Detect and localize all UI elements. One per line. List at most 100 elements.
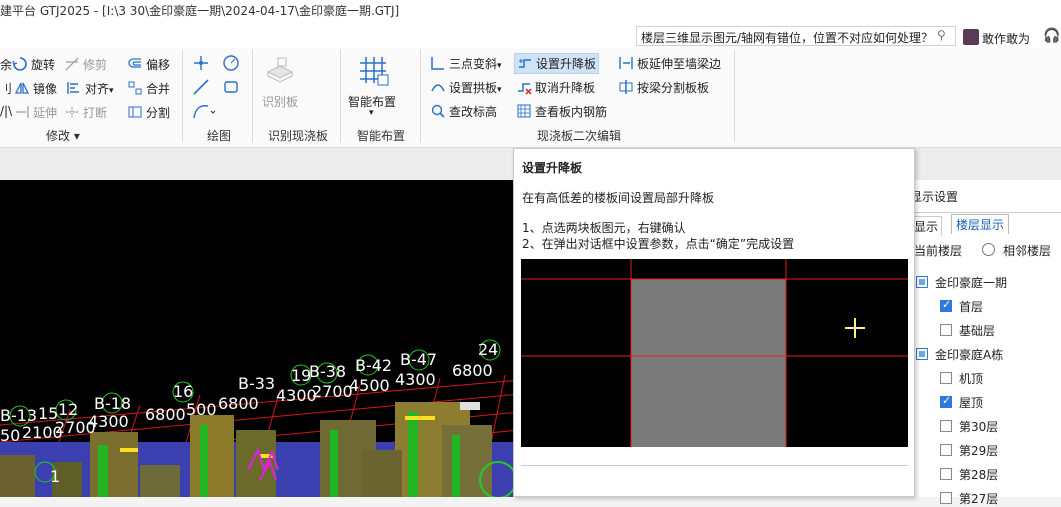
tooltip-step-1: 1、点选两块板图元，右键确认: [522, 221, 686, 235]
three-point-slope-button[interactable]: 三点变斜▾: [430, 55, 502, 72]
axis-label: 16: [173, 382, 194, 401]
radio-adjacent-floor[interactable]: 相邻楼层: [1003, 242, 1051, 259]
question-search-input[interactable]: 楼层三维显示图元/轴网有错位，位置不对应如何处理？: [636, 26, 956, 46]
floor-tree-item[interactable]: 金印豪庭一期: [935, 274, 1007, 291]
extend-to-wall-button[interactable]: 板延伸至墙梁边: [618, 55, 721, 72]
floor-tree-item[interactable]: 首层: [959, 298, 983, 315]
floor-checkbox[interactable]: [940, 298, 952, 312]
cancel-lift-slab-button[interactable]: 取消升降板: [516, 79, 595, 96]
smart-layout-dropdown-icon[interactable]: ▾: [369, 108, 374, 118]
floor-checkbox[interactable]: [940, 444, 952, 456]
dimension-label: 4300: [88, 412, 129, 431]
break-button[interactable]: 打断: [64, 104, 107, 121]
align-icon: [67, 82, 79, 94]
ribbon-separator: [420, 50, 421, 142]
split-button[interactable]: 分割: [127, 104, 170, 121]
dimension-label: 6800: [452, 361, 493, 380]
avatar[interactable]: [963, 29, 979, 45]
modify-group-label[interactable]: 修改 ▾: [46, 127, 80, 144]
rotate-button[interactable]: 旋转: [12, 56, 55, 73]
floor-tree-item[interactable]: 机顶: [959, 370, 983, 387]
floor-checkbox[interactable]: [940, 324, 952, 336]
change-elevation-button[interactable]: 查改标高: [430, 103, 497, 120]
floor-checkbox[interactable]: [940, 372, 952, 384]
offset-label: 偏移: [146, 58, 171, 72]
three-point-slope-label: 三点变斜: [449, 57, 498, 71]
split-by-beam-icon: [619, 80, 633, 94]
change-elevation-icon: [431, 104, 445, 118]
break-icon: [66, 107, 78, 117]
title-bar: 建平台 GTJ2025 - [I:\3 30\金印豪庭一期\2024-04-17…: [0, 0, 1061, 22]
tooltip-step-2: 2、在弹出对话框中设置参数，点击“确定”完成设置: [522, 237, 795, 251]
set-lift-slab-button[interactable]: 设置升降板: [514, 53, 600, 74]
trim-label: 修剪: [83, 58, 108, 72]
axis-label: B-38: [309, 362, 347, 381]
merge-label: 合并: [146, 82, 171, 96]
offset-icon: [128, 58, 141, 68]
floor-tree-item[interactable]: 第30层: [959, 418, 998, 435]
ribbon-col0-item2[interactable]: 刂: [0, 80, 12, 97]
window-title: 建平台 GTJ2025 - [I:\3 30\金印豪庭一期\2024-04-17…: [0, 4, 400, 18]
floor-checkbox[interactable]: [916, 276, 928, 288]
view-rebar-icon: [517, 104, 531, 118]
floor-checkbox[interactable]: [916, 348, 928, 360]
set-arch-slab-button[interactable]: 设置拱板▾: [430, 79, 502, 96]
split-by-beam-button[interactable]: 按梁分割板板: [618, 79, 709, 96]
floor-tree-item[interactable]: 金印豪庭A栋: [935, 346, 1003, 363]
draw-group-label: 绘图: [207, 129, 232, 143]
axis-label: B-42: [355, 356, 393, 375]
floor-tree-item[interactable]: 第28层: [959, 466, 998, 483]
user-name[interactable]: 敢作敢为: [982, 30, 1030, 47]
ribbon-separator: [252, 50, 253, 142]
align-label: 对齐: [85, 82, 110, 96]
point-icon[interactable]: [192, 54, 210, 72]
tooltip-description: 在有高低差的楼板间设置局部升降板: [522, 191, 715, 205]
cancel-lift-slab-label: 取消升降板: [535, 81, 596, 95]
set-arch-slab-label: 设置拱板: [449, 81, 498, 95]
headset-icon[interactable]: 🎧: [1043, 28, 1060, 44]
tab-floor-display[interactable]: 楼层显示: [951, 214, 1010, 234]
merge-button[interactable]: 合并: [127, 80, 170, 97]
dimension-label: 6800: [145, 405, 186, 424]
floor-tree-item[interactable]: 第29层: [959, 442, 998, 459]
floor-tree-item[interactable]: 第27层: [959, 490, 998, 507]
floor-checkbox[interactable]: [940, 492, 952, 504]
ribbon-separator: [734, 50, 735, 142]
floor-checkbox[interactable]: [940, 394, 952, 408]
circle-draw-icon[interactable]: [222, 54, 240, 72]
mirror-icon: [14, 82, 30, 94]
arc-draw-icon[interactable]: [192, 102, 216, 120]
set-lift-slab-icon: [519, 59, 531, 68]
ribbon-separator: [340, 50, 341, 142]
floor-checkbox[interactable]: [940, 468, 952, 480]
rectangle-draw-icon[interactable]: [222, 78, 240, 96]
modify-group-text: 修改: [46, 129, 71, 143]
tooltip-set-lift-slab: 设置升降板 在有高低差的楼板间设置局部升降板 1、点选两块板图元，右键确认 2、…: [513, 148, 915, 497]
trim-button[interactable]: 修剪: [64, 56, 107, 73]
3d-viewport[interactable]: B-13 15 12 B-18 16 B-33 19 B-38 B-42 B-4…: [0, 180, 520, 497]
floor-tree-item[interactable]: 基础层: [959, 322, 995, 339]
line-draw-icon[interactable]: [192, 78, 210, 96]
ribbon-col0-item1[interactable]: 余: [0, 56, 12, 73]
axis-label: B-18: [94, 394, 132, 413]
identify-slab-button[interactable]: 识别板: [262, 93, 298, 110]
extend-button[interactable]: 延伸: [14, 104, 57, 121]
extend-icon: [16, 106, 29, 118]
tooltip-divider: [521, 465, 908, 466]
ribbon-col0-item3[interactable]: /|\: [0, 104, 12, 118]
align-button[interactable]: 对齐▾: [66, 80, 114, 97]
tooltip-illustration: [521, 259, 908, 447]
floor-checkbox[interactable]: [940, 420, 952, 432]
mirror-button[interactable]: 镜像: [14, 80, 57, 97]
smart-layout-icon: [360, 57, 389, 86]
view-rebar-label: 查看板内钢筋: [535, 105, 608, 119]
set-lift-slab-label: 设置升降板: [536, 57, 597, 71]
search-icon[interactable]: ⚲: [937, 28, 946, 42]
radio-current-floor[interactable]: 当前楼层: [914, 242, 962, 259]
view-rebar-button[interactable]: 查看板内钢筋: [516, 103, 607, 120]
offset-button[interactable]: 偏移: [127, 56, 170, 73]
floor-tree-item[interactable]: 屋顶: [959, 394, 983, 411]
axis-label: 12: [58, 400, 79, 419]
radio-adjacent-button[interactable]: [982, 243, 995, 256]
split-icon: [128, 106, 142, 118]
